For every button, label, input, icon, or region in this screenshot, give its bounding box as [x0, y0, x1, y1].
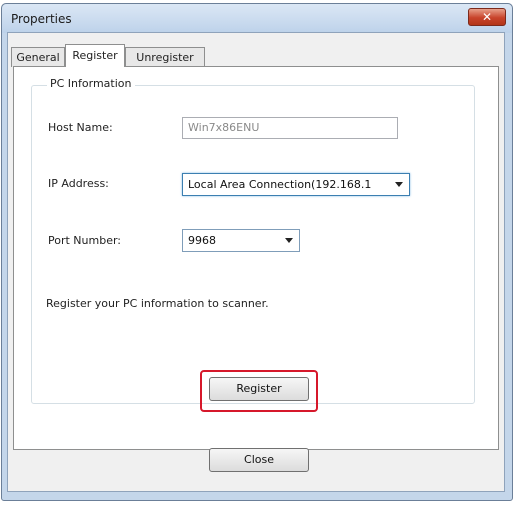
window-title: Properties	[11, 12, 72, 26]
ip-address-value: Local Area Connection(192.168.1	[188, 178, 372, 191]
port-number-select[interactable]: 9968	[182, 229, 300, 252]
port-number-value: 9968	[188, 234, 216, 247]
close-icon: ✕	[481, 10, 493, 24]
register-message: Register your PC information to scanner.	[46, 297, 269, 310]
dialog-client-area: General Register Unregister PC Informati…	[7, 32, 505, 492]
chevron-down-icon	[285, 238, 293, 243]
tab-general[interactable]: General	[11, 47, 65, 67]
group-title: PC Information	[47, 77, 135, 90]
host-name-field[interactable]: Win7x86ENU	[182, 117, 398, 139]
ip-address-select[interactable]: Local Area Connection(192.168.1	[182, 173, 410, 196]
port-number-label: Port Number:	[48, 234, 122, 247]
close-button[interactable]: Close	[209, 448, 309, 472]
tab-register[interactable]: Register	[65, 44, 125, 67]
register-highlight-box	[200, 370, 318, 412]
ip-address-label: IP Address:	[48, 177, 109, 190]
host-name-label: Host Name:	[48, 121, 113, 134]
tab-unregister[interactable]: Unregister	[125, 47, 205, 67]
title-bar[interactable]: Properties ✕	[2, 4, 512, 33]
window-close-button[interactable]: ✕	[468, 8, 506, 26]
chevron-down-icon	[395, 182, 403, 187]
